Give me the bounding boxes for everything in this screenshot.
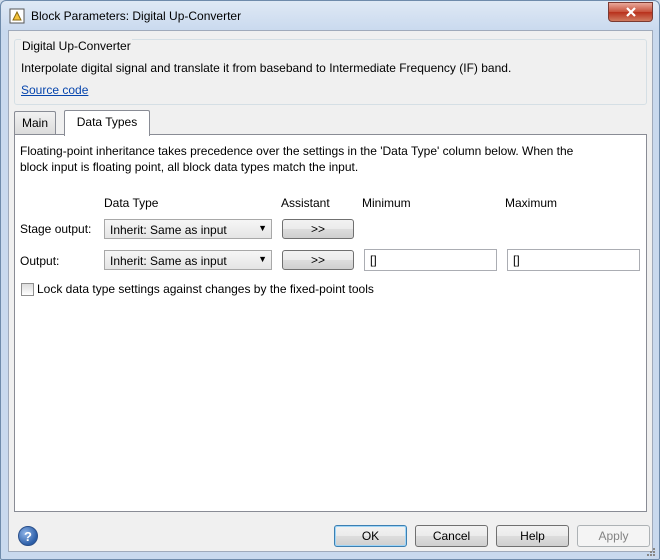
source-code-link[interactable]: Source code [21, 83, 88, 97]
header-minimum: Minimum [362, 196, 411, 210]
stage-output-data-type-value: Inherit: Same as input [110, 223, 227, 237]
window-title: Block Parameters: Digital Up-Converter [31, 9, 242, 23]
ok-button[interactable]: OK [334, 525, 407, 547]
dropdown-arrow-icon: ▼ [258, 254, 267, 264]
apply-button[interactable]: Apply [577, 525, 650, 547]
output-label: Output: [20, 254, 60, 268]
tab-main-label: Main [21, 116, 48, 130]
lock-data-type-checkbox[interactable] [21, 283, 34, 296]
tab-data-types-label: Data Types [76, 115, 138, 129]
stage-output-data-type-select[interactable]: Inherit: Same as input ▼ [104, 219, 272, 239]
cancel-button[interactable]: Cancel [415, 525, 488, 547]
resize-grip-icon[interactable] [646, 547, 656, 557]
simulink-block-icon [9, 8, 25, 24]
stage-output-label: Stage output: [20, 222, 92, 236]
info-text-line-2: block input is floating point, all block… [20, 160, 359, 174]
lock-data-type-label: Lock data type settings against changes … [37, 282, 374, 296]
title-bar: Block Parameters: Digital Up-Converter [1, 1, 659, 31]
description-group: Digital Up-Converter Interpolate digital… [14, 39, 647, 105]
info-text-line-1: Floating-point inheritance takes precede… [20, 144, 574, 158]
help-button[interactable]: Help [496, 525, 569, 547]
header-maximum: Maximum [505, 196, 558, 210]
dropdown-arrow-icon: ▼ [258, 223, 267, 233]
data-types-panel: Floating-point inheritance takes precede… [14, 134, 647, 512]
output-data-type-select[interactable]: Inherit: Same as input ▼ [104, 250, 272, 270]
dialog-body: Digital Up-Converter Interpolate digital… [8, 30, 653, 552]
group-title: Digital Up-Converter [21, 39, 132, 53]
output-maximum-field[interactable]: [] [507, 249, 640, 271]
tab-data-types[interactable]: Data Types [64, 110, 150, 136]
tab-main[interactable]: Main [14, 111, 56, 134]
block-description: Interpolate digital signal and translate… [21, 61, 512, 75]
stage-output-assistant-button[interactable]: >> [282, 219, 354, 239]
dialog-window: Block Parameters: Digital Up-Converter D… [0, 0, 660, 560]
output-assistant-button[interactable]: >> [282, 250, 354, 270]
output-minimum-field[interactable]: [] [364, 249, 497, 271]
output-data-type-value: Inherit: Same as input [110, 254, 227, 268]
help-icon[interactable]: ? [18, 526, 38, 546]
header-assistant: Assistant [281, 196, 330, 210]
header-data-type: Data Type [104, 196, 159, 210]
close-icon [625, 7, 636, 17]
close-button[interactable] [608, 2, 653, 22]
